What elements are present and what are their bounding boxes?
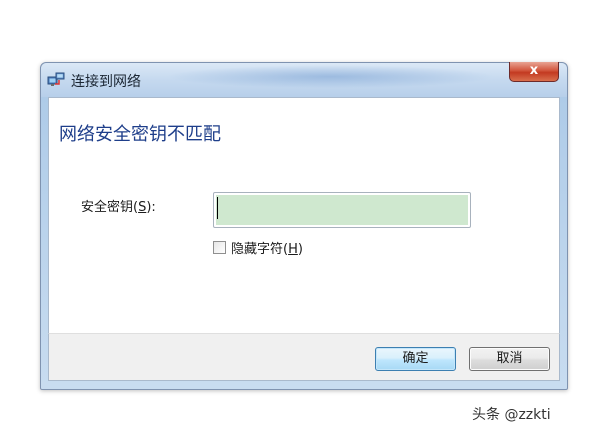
security-key-label-pre: 安全密钥( <box>81 200 139 215</box>
security-key-label-post: ): <box>146 200 156 215</box>
hide-characters-label-accel: H <box>288 241 298 257</box>
security-key-input-field[interactable] <box>216 195 468 225</box>
cancel-button[interactable]: 取消 <box>469 347 550 371</box>
hide-characters-label[interactable]: 隐藏字符(H) <box>231 238 303 257</box>
hide-characters-label-pre: 隐藏字符( <box>231 241 289 257</box>
security-key-input[interactable] <box>213 192 471 228</box>
text-caret <box>217 197 218 219</box>
dialog-content: 网络安全密钥不匹配 安全密钥(S): 隐藏字符(H) <box>48 97 560 333</box>
hide-characters-option[interactable]: 隐藏字符(H) <box>213 238 303 257</box>
close-button[interactable]: x <box>509 62 559 82</box>
hide-characters-checkbox[interactable] <box>213 240 226 254</box>
title-bar[interactable]: 连接到网络 x <box>41 62 567 97</box>
connect-to-network-dialog: 连接到网络 x 网络安全密钥不匹配 安全密钥(S): 隐藏字符(H) 确定 取消 <box>40 62 568 390</box>
hide-characters-label-post: ) <box>297 241 303 257</box>
watermark-text: 头条 @zzkti <box>472 407 551 423</box>
ok-button[interactable]: 确定 <box>375 347 456 371</box>
dialog-footer: 确定 取消 <box>48 333 560 381</box>
security-key-label: 安全密钥(S): <box>81 196 156 215</box>
network-icon <box>47 72 65 86</box>
window-title: 连接到网络 <box>71 74 141 90</box>
error-heading: 网络安全密钥不匹配 <box>59 124 221 145</box>
